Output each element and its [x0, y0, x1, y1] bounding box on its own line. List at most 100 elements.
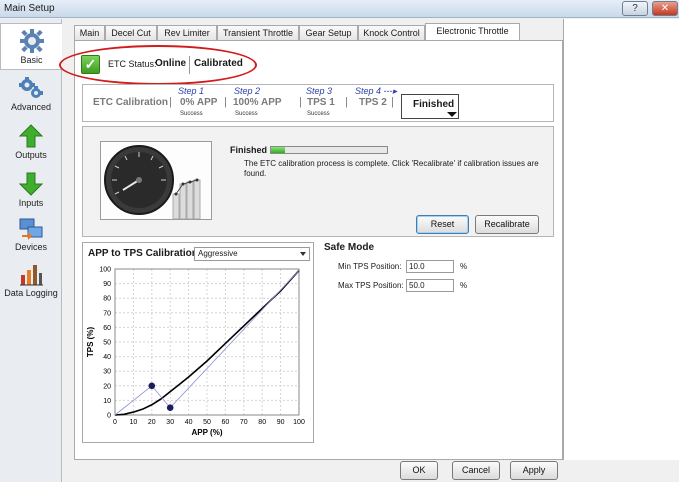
step-1-label[interactable]: 0% APP	[180, 97, 217, 108]
y-tick-label: 90	[103, 281, 111, 288]
step-2-title: Step 2	[234, 86, 261, 96]
step-divider: |	[169, 96, 172, 108]
step-1-result: Success	[180, 111, 203, 117]
min-tps-label: Min TPS Position:	[338, 262, 402, 271]
y-axis-label: TPS (%)	[86, 327, 95, 358]
safe-mode-panel: Min TPS Position: 10.0 % Max TPS Positio…	[324, 256, 556, 296]
gears-icon	[19, 77, 43, 98]
finished-step-label: Finished	[413, 99, 455, 110]
step-divider: |	[391, 96, 394, 108]
sidebar-item-data-logging[interactable]: Data Logging	[0, 257, 62, 304]
dialog-footer: OK Cancel Apply	[0, 460, 679, 482]
sidebar-item-label: Inputs	[18, 198, 44, 208]
y-tick-label: 10	[103, 398, 111, 405]
x-tick-label: 90	[277, 419, 285, 426]
x-tick-label: 40	[185, 419, 193, 426]
x-tick-label: 30	[166, 419, 174, 426]
x-tick-label: 100	[293, 419, 305, 426]
sidebar-item-advanced[interactable]: Advanced	[0, 71, 62, 118]
calibration-mode-value: Aggressive	[198, 249, 238, 258]
sidebar-item-label: Data Logging	[4, 288, 58, 298]
tab-rev-limiter[interactable]: Rev Limiter	[157, 25, 217, 41]
step-divider: |	[224, 96, 227, 108]
sidebar-item-devices[interactable]: Devices	[0, 211, 62, 258]
step-2-result: Success	[235, 111, 258, 117]
apply-button[interactable]: Apply	[510, 461, 558, 480]
max-tps-label: Max TPS Position:	[338, 281, 404, 290]
safe-mode-title: Safe Mode	[324, 242, 375, 253]
tab-gear-setup[interactable]: Gear Setup	[299, 25, 358, 41]
dropdown-arrow-icon	[447, 112, 457, 117]
wizard-start-label: ETC Calibration	[93, 97, 169, 108]
calibration-wizard: ETC Calibration | Step 1 0% APP Success …	[82, 84, 554, 122]
progress-message: The ETC calibration process is complete.…	[244, 159, 539, 178]
recalibrate-button[interactable]: Recalibrate	[475, 215, 539, 234]
sidebar: Basic Advanced Outputs Inputs Devices Da…	[0, 19, 62, 482]
x-tick-label: 70	[240, 419, 248, 426]
min-tps-unit: %	[460, 262, 468, 271]
y-tick-label: 70	[103, 310, 111, 317]
calibration-progress-area: Finished The ETC calibration process is …	[82, 126, 554, 237]
devices-icon	[19, 218, 43, 240]
ok-button[interactable]: OK	[400, 461, 438, 480]
y-tick-label: 20	[103, 383, 111, 390]
calibration-mode-select[interactable]: Aggressive	[194, 247, 310, 261]
step-1-title: Step 1	[178, 86, 205, 96]
sidebar-item-label: Outputs	[15, 150, 47, 160]
calibration-progress-bar	[270, 146, 388, 154]
gear-icon	[19, 29, 44, 53]
title-bar: Main Setup ? ✕	[0, 0, 679, 18]
tachometer-image	[100, 141, 212, 220]
x-tick-label: 10	[130, 419, 138, 426]
cancel-button[interactable]: Cancel	[452, 461, 500, 480]
y-tick-label: 80	[103, 296, 111, 303]
y-tick-label: 100	[99, 267, 111, 274]
x-tick-label: 0	[113, 419, 117, 426]
sidebar-item-outputs[interactable]: Outputs	[0, 119, 62, 166]
step-3-result: Success	[307, 111, 330, 117]
y-tick-label: 40	[103, 354, 111, 361]
y-tick-label: 0	[107, 413, 111, 420]
x-tick-label: 60	[222, 419, 230, 426]
close-button[interactable]: ✕	[652, 1, 678, 16]
tab-transient-throttle[interactable]: Transient Throttle	[217, 25, 299, 41]
x-tick-label: 80	[258, 419, 266, 426]
control-point	[166, 404, 174, 411]
step-3-label[interactable]: TPS 1	[307, 97, 335, 108]
tab-knock-control[interactable]: Knock Control	[358, 25, 425, 41]
window-title: Main Setup	[4, 3, 55, 14]
finished-step-dropdown[interactable]: Finished	[401, 94, 459, 119]
sidebar-item-label: Basic	[20, 55, 43, 65]
help-button[interactable]: ?	[622, 1, 648, 16]
y-tick-label: 60	[103, 325, 111, 332]
reset-button[interactable]: Reset	[416, 215, 469, 234]
tab-main[interactable]: Main	[74, 25, 105, 41]
max-tps-unit: %	[460, 281, 468, 290]
progress-label: Finished	[230, 145, 268, 155]
help-pane	[563, 19, 679, 460]
x-axis-label: APP (%)	[192, 428, 223, 437]
progress-fill	[271, 147, 285, 153]
step-4-label[interactable]: TPS 2	[359, 97, 387, 108]
calibration-chart: 0 10 20 30 40 50 60 70 80 90 100 0 10 20 30 40 50 60 70 80 9…	[86, 267, 305, 438]
calibration-chart-panel: APP to TPS Calibration Aggressive 0 10 20 3…	[82, 242, 314, 443]
step-divider: |	[299, 96, 302, 108]
step-3-title: Step 3	[306, 86, 333, 96]
y-tick-label: 30	[103, 369, 111, 376]
arrow-up-icon	[18, 124, 44, 148]
x-tick-label: 50	[203, 419, 211, 426]
sidebar-item-label: Advanced	[10, 102, 52, 112]
sidebar-item-basic[interactable]: Basic	[0, 23, 62, 70]
step-2-label[interactable]: 100% APP	[233, 97, 282, 108]
sidebar-item-inputs[interactable]: Inputs	[0, 167, 62, 214]
arrow-down-icon	[18, 172, 44, 196]
max-tps-input[interactable]: 50.0	[406, 279, 454, 292]
sidebar-item-label: Devices	[14, 242, 47, 252]
gauge-icon	[101, 142, 211, 220]
chart-title: APP to TPS Calibration	[88, 248, 198, 259]
y-tick-label: 50	[103, 340, 111, 347]
control-point	[148, 382, 156, 390]
min-tps-input[interactable]: 10.0	[406, 260, 454, 273]
tab-decel-cut[interactable]: Decel Cut	[105, 25, 157, 41]
x-tick-label: 20	[148, 419, 156, 426]
